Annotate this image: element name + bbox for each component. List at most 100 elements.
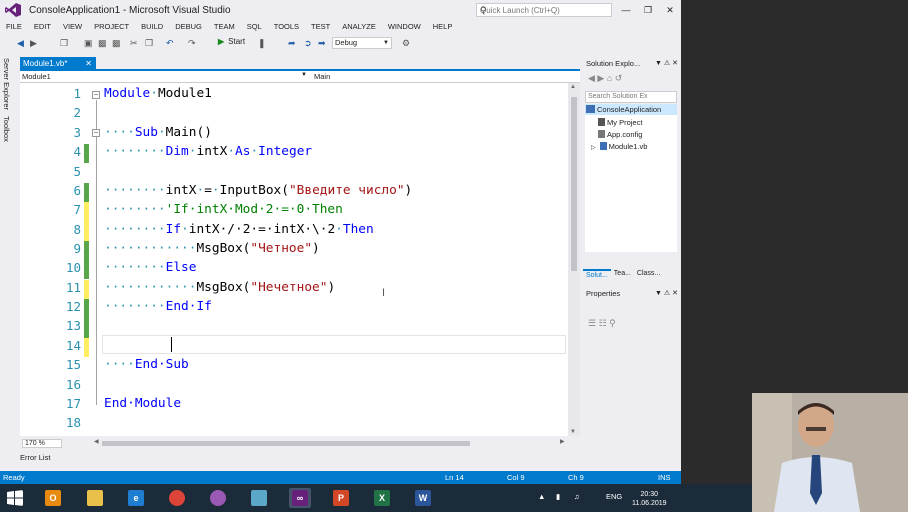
tab-team[interactable]: Tea...	[611, 269, 634, 280]
properties-toolbar-icon[interactable]: ☰ ☷ ⚲	[588, 318, 616, 329]
tab-solution[interactable]: Solut...	[583, 269, 611, 280]
menu-debug[interactable]: DEBUG	[169, 20, 208, 34]
menu-sql[interactable]: SQL	[241, 20, 268, 34]
menu-analyze[interactable]: ANALYZE	[336, 20, 382, 34]
redo-icon[interactable]: ↷	[188, 37, 196, 49]
tray-arrow-icon[interactable]: ▲	[538, 492, 545, 501]
scroll-right-icon[interactable]: ▶	[560, 438, 565, 445]
menu-tools[interactable]: TOOLS	[268, 20, 305, 34]
quick-launch-input[interactable]: Quick Launch (Ctrl+Q) ⚲	[476, 3, 612, 17]
menu-team[interactable]: TEAM	[208, 20, 241, 34]
identifier: Main()	[165, 125, 212, 140]
menu-build[interactable]: BUILD	[135, 20, 169, 34]
error-list-tab[interactable]: Error List	[20, 453, 50, 462]
properties-pin-icon[interactable]: ▼ ⚠ ✕	[655, 289, 678, 297]
status-insert-mode: INS	[658, 473, 671, 482]
chrome-icon	[169, 490, 185, 506]
taskbar-chrome[interactable]	[166, 488, 188, 508]
taskbar-outlook[interactable]: O	[42, 488, 64, 508]
keyword: End·Module	[104, 396, 182, 411]
save-icon[interactable]: ▩	[98, 37, 107, 49]
back-icon[interactable]: ◀	[17, 37, 24, 49]
taskbar-word[interactable]: W	[412, 488, 434, 508]
maximize-button[interactable]: ❐	[637, 0, 659, 20]
menu-edit[interactable]: EDIT	[28, 20, 57, 34]
cut-icon[interactable]: ✂	[130, 37, 138, 49]
pause-icon[interactable]: ❚	[258, 37, 266, 49]
network-icon[interactable]: ▮	[556, 492, 560, 501]
window-title: ConsoleApplication1 - Microsoft Visual S…	[29, 5, 231, 16]
editor-vertical-scrollbar[interactable]: ▲ ▼	[568, 83, 580, 436]
save-all-icon[interactable]: ▩	[112, 37, 121, 49]
toolbox-tab[interactable]: Toolbox	[2, 116, 11, 142]
solution-explorer-toolbar-icon[interactable]: ◀ ▶ ⌂ ↺	[588, 73, 622, 84]
member-dropdown[interactable]: Main	[314, 72, 330, 81]
expand-arrow-icon[interactable]: ▷	[591, 145, 596, 151]
scroll-up-icon[interactable]: ▲	[570, 84, 576, 90]
line-number: 5	[73, 164, 81, 179]
close-button[interactable]: ✕	[659, 0, 681, 20]
copy-icon[interactable]: ❐	[145, 37, 153, 49]
side-tool-tabs: Server Explorer Toolbox	[0, 56, 17, 466]
type-dropdown[interactable]: Module1	[22, 72, 51, 81]
step-over-icon[interactable]: ➲	[304, 37, 312, 49]
saved-change-marker	[84, 144, 89, 164]
tree-item-module1[interactable]: ▷ Module1.vb	[591, 142, 647, 151]
tree-item-app-config[interactable]: App.config	[598, 130, 642, 139]
taskbar-excel[interactable]: X	[371, 488, 393, 508]
minimize-button[interactable]: —	[615, 0, 637, 20]
step-icon[interactable]: ➦	[288, 37, 296, 49]
code-line-3: ····Sub·Main()	[104, 125, 212, 140]
taskbar-app[interactable]	[248, 488, 270, 508]
solution-search-input[interactable]: Search Solution Ex	[585, 91, 677, 103]
undo-icon[interactable]: ↶	[166, 37, 174, 49]
taskbar-ie[interactable]: e	[125, 488, 147, 508]
horizontal-scrollbar-thumb[interactable]	[102, 441, 470, 446]
paren: )	[327, 280, 336, 295]
tree-item-my-project[interactable]: My Project	[598, 118, 642, 127]
attach-icon[interactable]: ⚙	[402, 37, 410, 49]
menu-project[interactable]: PROJECT	[88, 20, 135, 34]
outline-line	[96, 100, 97, 405]
string-literal: "Четное"	[250, 241, 313, 256]
step-out-icon[interactable]: ➡	[318, 37, 326, 49]
photo-app-icon	[210, 490, 226, 506]
code-editor[interactable]: 1 2 3 4 5 6 7 8 9 10 11 12 13 14 15 16 1…	[20, 83, 568, 436]
configuration-select[interactable]: Debug ▼	[332, 37, 392, 49]
new-project-icon[interactable]: ❐	[60, 37, 68, 49]
volume-icon[interactable]: ♫	[574, 492, 580, 501]
collapse-icon[interactable]: −	[92, 91, 100, 99]
collapse-icon[interactable]: −	[92, 129, 100, 137]
tab-class[interactable]: Class...	[634, 269, 663, 280]
tree-item-project[interactable]: ConsoleApplication	[586, 105, 661, 114]
open-file-icon[interactable]: ▣	[84, 37, 93, 49]
menu-window[interactable]: WINDOW	[382, 20, 427, 34]
panel-pin-icon[interactable]: ▼ ⚠ ✕	[655, 59, 678, 67]
language-indicator[interactable]: ENG	[606, 492, 622, 501]
line-number: 16	[65, 377, 81, 392]
saved-change-marker	[84, 260, 89, 280]
scroll-down-icon[interactable]: ▼	[570, 429, 576, 435]
function-call: MsgBox(	[196, 241, 251, 256]
taskbar-visual-studio[interactable]: ∞	[289, 488, 311, 508]
forward-icon[interactable]: ▶	[30, 37, 37, 49]
taskbar-clock[interactable]: 20:30 11.06.2019	[632, 490, 667, 508]
taskbar-powerpoint[interactable]: P	[330, 488, 352, 508]
scroll-left-icon[interactable]: ◀	[94, 438, 99, 445]
identifier: intX	[196, 144, 228, 159]
menu-view[interactable]: VIEW	[57, 20, 88, 34]
start-menu-button[interactable]	[4, 488, 26, 508]
keyword: As	[235, 144, 251, 159]
start-button[interactable]: ▶ Start	[218, 37, 245, 46]
taskbar-picasa[interactable]	[207, 488, 229, 508]
code-line-9: ············MsgBox("Четное")	[104, 241, 320, 256]
zoom-select[interactable]: 170 %	[22, 439, 62, 448]
menu-file[interactable]: FILE	[0, 20, 28, 34]
menu-help[interactable]: HELP	[427, 20, 459, 34]
menu-test[interactable]: TEST	[305, 20, 336, 34]
webcam-overlay	[752, 393, 908, 512]
scrollbar-thumb[interactable]	[571, 97, 577, 271]
taskbar-explorer[interactable]	[84, 488, 106, 508]
keyword: Then	[342, 222, 374, 237]
server-explorer-tab[interactable]: Server Explorer	[2, 58, 11, 110]
